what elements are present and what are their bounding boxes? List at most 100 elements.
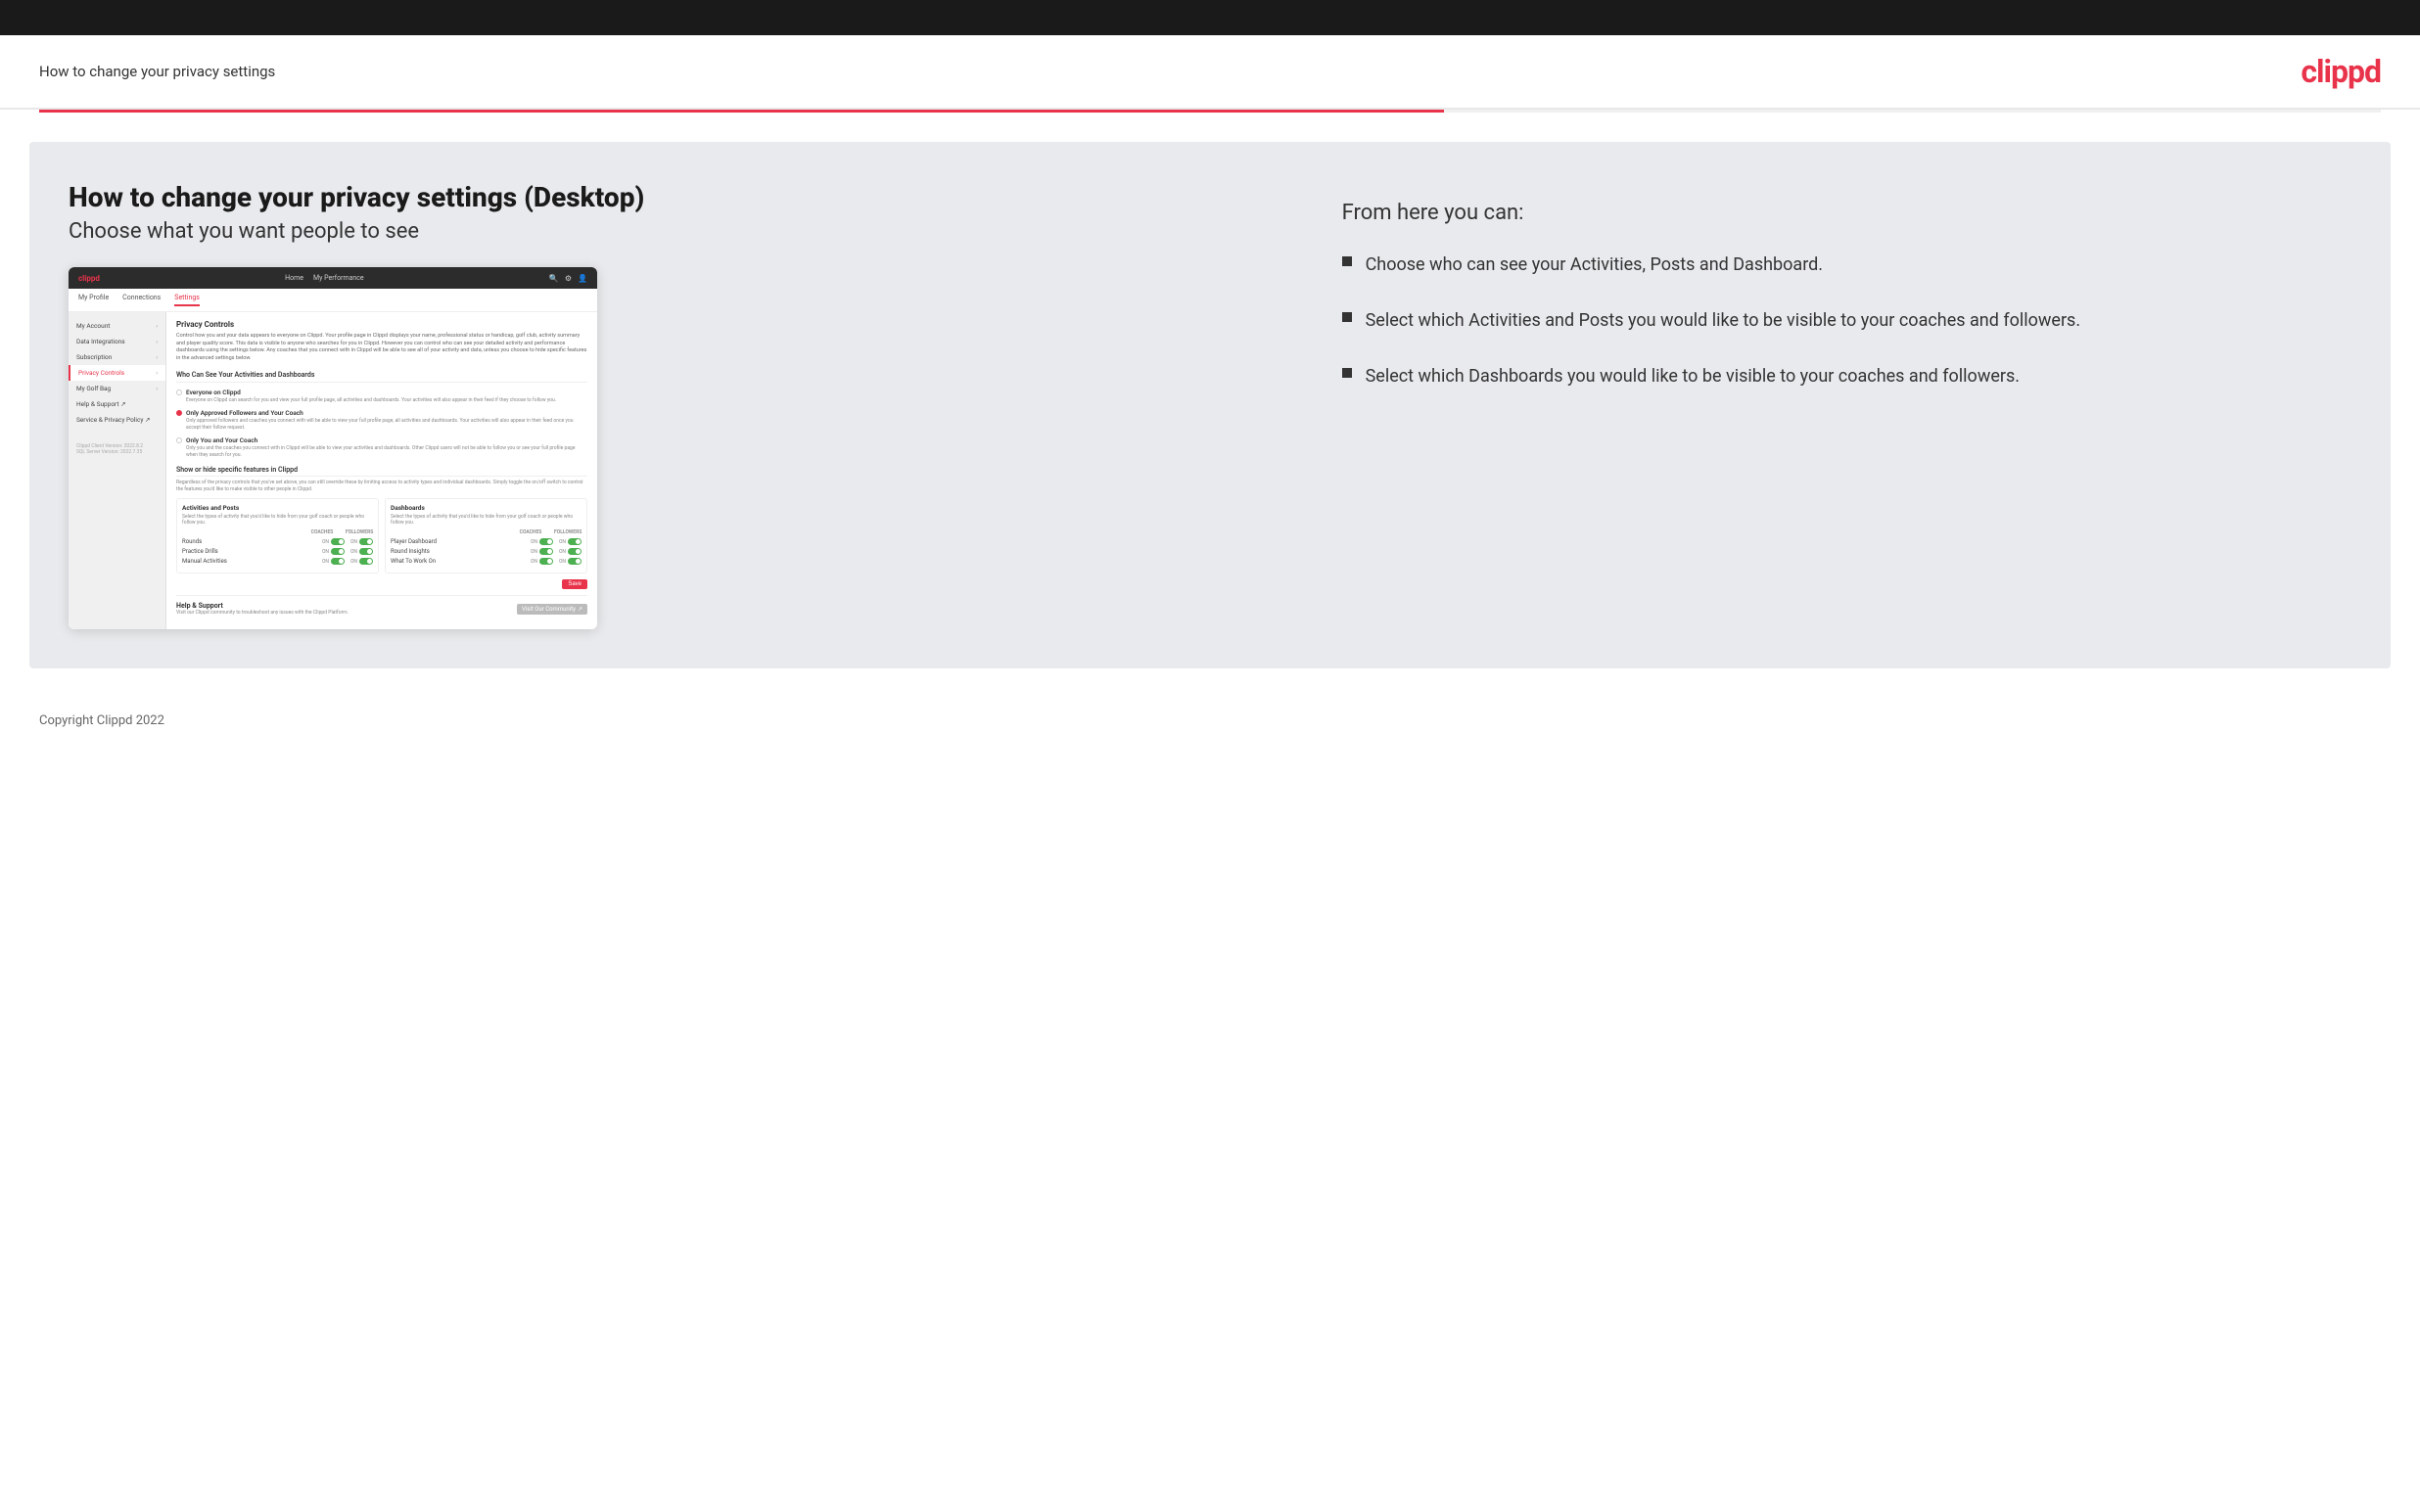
user-icon: 👤 [578,274,587,283]
mockup-activities-desc: Select the types of activity that you'd … [182,514,373,526]
player-followers-toggle [568,538,582,545]
bullet-item-1: Choose who can see your Activities, Post… [1342,252,2351,277]
radio-approved-btn [176,410,182,416]
mockup-privacy-controls-title: Privacy Controls [176,320,587,329]
mockup-body: My Account› Data Integrations› Subscript… [69,312,597,629]
radio-approved-label: Only Approved Followers and Your Coach [186,409,587,417]
subnav-my-profile: My Profile [78,294,109,306]
sidebar-service-privacy: Service & Privacy Policy ↗ [69,412,165,428]
mockup-show-hide-title: Show or hide specific features in Clippd [176,466,587,477]
db-coaches-col-label: COACHES [517,529,544,535]
bullet-square-3 [1342,368,1352,378]
external-link-icon: ↗ [578,606,582,613]
header: How to change your privacy settings clip… [0,35,2420,110]
visit-community-label: Visit Our Community [522,606,576,613]
from-here-heading: From here you can: [1342,201,2351,225]
mockup-save-row: Save [176,579,587,589]
bullet-text-1: Choose who can see your Activities, Post… [1366,252,1823,277]
mockup-main: Privacy Controls Control how you and you… [166,312,597,629]
radio-only-you-desc: Only you and the coaches you connect wit… [186,445,587,458]
radio-approved-desc: Only approved followers and coaches you … [186,418,587,431]
coaches-col-label: COACHES [308,529,336,535]
radio-everyone-label: Everyone on Clippd [186,389,556,396]
screenshot-mockup: clippd Home My Performance 🔍 ⚙ 👤 My Prof… [69,267,597,629]
mockup-save-button[interactable]: Save [562,579,587,589]
mockup-toggle-section: Activities and Posts Select the types of… [176,498,587,573]
followers-col-label: FOLLOWERS [346,529,373,535]
header-title: How to change your privacy settings [39,63,275,80]
insights-coaches-toggle [539,548,553,555]
mockup-subnav: My Profile Connections Settings [69,289,597,312]
radio-everyone-desc: Everyone on Clippd can search for you an… [186,397,556,404]
mockup-activities-title: Activities and Posts [182,504,373,512]
accent-line [39,110,2381,113]
toggle-row-manual: Manual Activities ON ON [182,558,373,565]
sidebar-data-integrations: Data Integrations› [69,334,165,349]
radio-approved: Only Approved Followers and Your Coach O… [176,409,587,431]
db-followers-col-label: FOLLOWERS [554,529,582,535]
mockup-activities-box: Activities and Posts Select the types of… [176,498,379,573]
bullet-list: Choose who can see your Activities, Post… [1342,252,2351,389]
right-section: From here you can: Choose who can see yo… [1342,181,2351,629]
bullet-text-3: Select which Dashboards you would like t… [1366,364,2020,389]
settings-icon: ⚙ [565,274,572,283]
mockup-nav-icons: 🔍 ⚙ 👤 [549,274,587,283]
mockup-privacy-controls-desc: Control how you and your data appears to… [176,333,587,363]
bullet-item-2: Select which Activities and Posts you wo… [1342,308,2351,333]
logo: clippd [2301,53,2381,90]
sidebar-subscription: Subscription› [69,349,165,365]
sidebar-version: Clippd Client Version: 2022.8.2SQL Serve… [69,435,165,463]
toggle-row-what-to-work: What To Work On ON ON [391,558,582,565]
footer: Copyright Clippd 2022 [0,698,2420,744]
mockup-dashboards-box: Dashboards Select the types of activity … [385,498,587,573]
main-content: How to change your privacy settings (Des… [29,142,2391,668]
sidebar-privacy-controls: Privacy Controls› [69,365,165,381]
mockup-help-desc: Visit our Clippd community to troublesho… [176,610,349,616]
sidebar-my-golf-bag: My Golf Bag› [69,381,165,396]
page-heading: How to change your privacy settings (Des… [69,181,1303,213]
search-icon: 🔍 [549,274,559,283]
practice-coaches-toggle [331,548,345,555]
bullet-text-2: Select which Activities and Posts you wo… [1366,308,2081,333]
mockup-nav-home: Home [285,274,303,282]
work-followers-toggle [568,558,582,565]
toggle-row-rounds: Rounds ON ON [182,538,373,545]
mockup-help-section: Help & Support Visit our Clippd communit… [176,595,587,621]
mockup-sidebar: My Account› Data Integrations› Subscript… [69,312,166,629]
mockup-navbar: clippd Home My Performance 🔍 ⚙ 👤 [69,267,597,289]
sidebar-help-support: Help & Support ↗ [69,396,165,412]
rounds-coaches-toggle [331,538,345,545]
footer-text: Copyright Clippd 2022 [39,713,164,728]
mockup-who-title: Who Can See Your Activities and Dashboar… [176,371,587,383]
rounds-followers-toggle [359,538,373,545]
toggle-row-player-dashboard: Player Dashboard ON ON [391,538,582,545]
bullet-square-1 [1342,256,1352,266]
bullet-item-3: Select which Dashboards you would like t… [1342,364,2351,389]
mockup-dashboards-title: Dashboards [391,504,582,512]
mockup-logo: clippd [78,274,100,283]
player-coaches-toggle [539,538,553,545]
radio-only-you-label: Only You and Your Coach [186,436,587,444]
radio-only-you: Only You and Your Coach Only you and the… [176,436,587,458]
top-bar [0,0,2420,35]
bullet-square-2 [1342,312,1352,322]
left-section: How to change your privacy settings (Des… [69,181,1303,629]
radio-only-you-btn [176,437,182,443]
manual-followers-toggle [359,558,373,565]
toggle-row-practice: Practice Drills ON ON [182,548,373,555]
work-coaches-toggle [539,558,553,565]
mockup-nav-performance: My Performance [313,274,364,282]
practice-followers-toggle [359,548,373,555]
mockup-nav-links: Home My Performance [285,274,364,282]
subnav-connections: Connections [122,294,161,306]
subnav-settings: Settings [174,294,200,306]
mockup-visit-community-button[interactable]: Visit Our Community ↗ [517,604,587,615]
manual-coaches-toggle [331,558,345,565]
toggle-row-round-insights: Round Insights ON ON [391,548,582,555]
mockup-dashboards-desc: Select the types of activity that you'd … [391,514,582,526]
page-subheading: Choose what you want people to see [69,219,1303,244]
insights-followers-toggle [568,548,582,555]
mockup-show-hide-desc: Regardless of the privacy controls that … [176,480,587,492]
radio-everyone-btn [176,389,182,395]
sidebar-my-account: My Account› [69,318,165,334]
